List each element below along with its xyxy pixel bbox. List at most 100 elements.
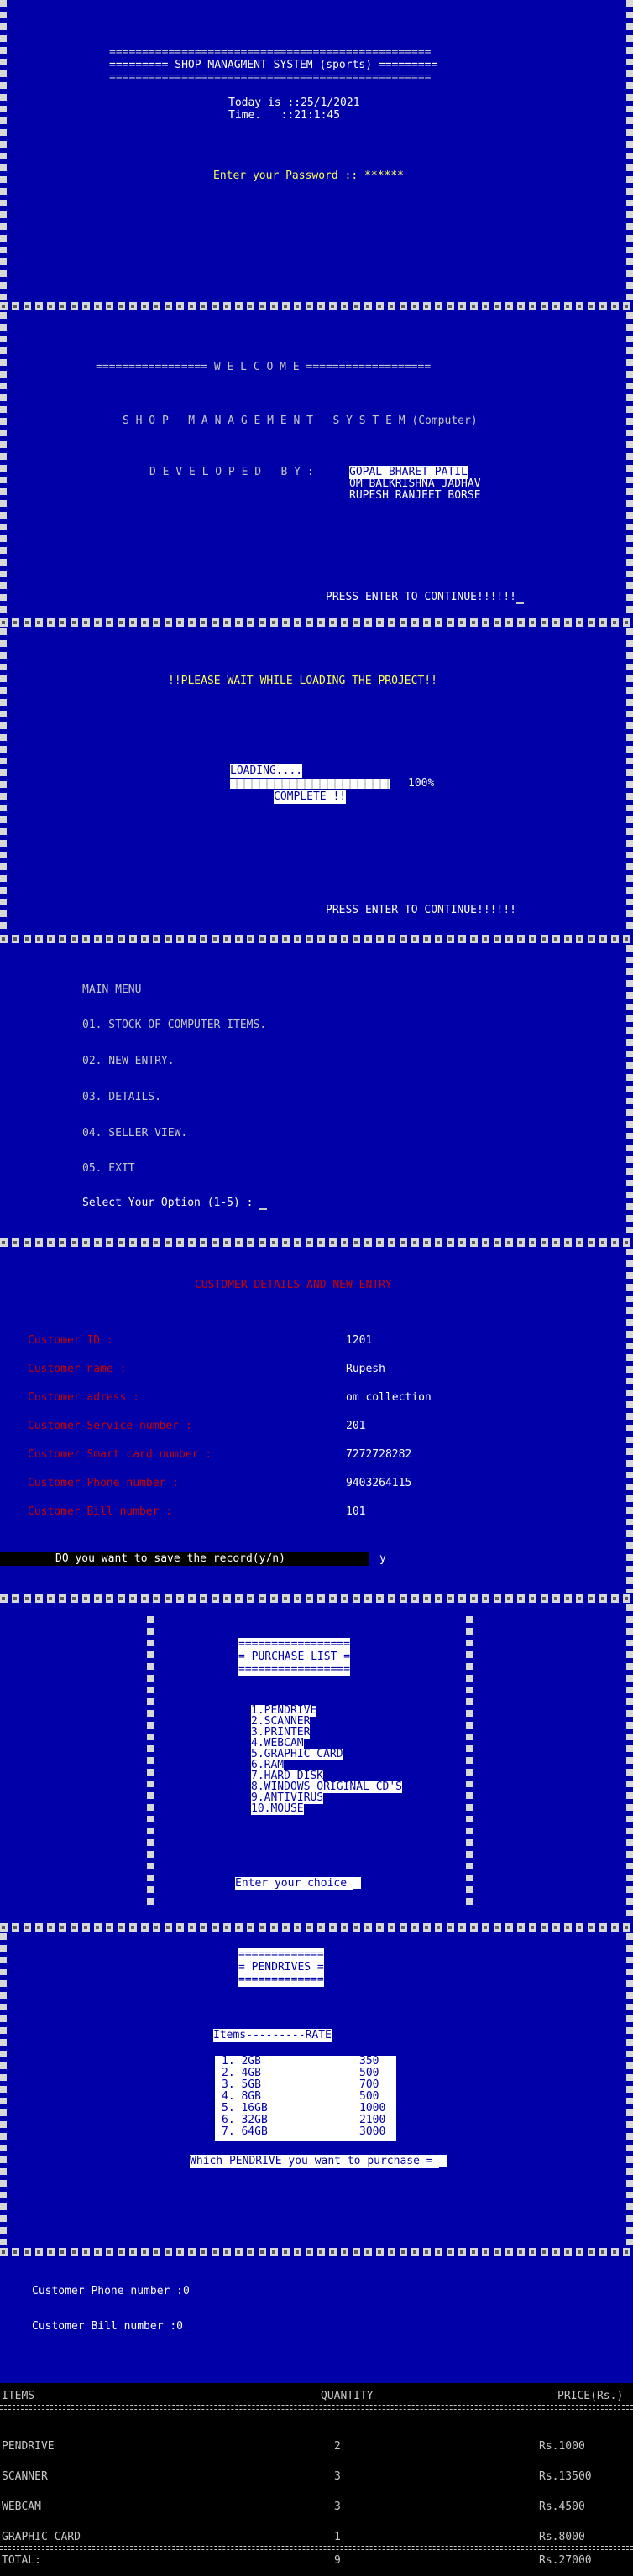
divider: [0, 1593, 633, 1604]
customer-entry-screen: CUSTOMER DETAILS AND NEW ENTRY Customer …: [0, 1249, 633, 1594]
loading-message: !!PLEASE WAIT WHILE LOADING THE PROJECT!…: [168, 675, 437, 687]
menu-item-stock[interactable]: 01. STOCK OF COMPUTER ITEMS.: [82, 1019, 266, 1032]
text-cursor: [259, 1208, 268, 1210]
right-border: [626, 1249, 633, 1594]
right-border: [626, 945, 633, 1238]
field-value-service[interactable]: 201: [346, 1420, 365, 1433]
field-value-name[interactable]: Rupesh: [346, 1363, 385, 1376]
rate-item[interactable]: 7. 64GB: [222, 2126, 268, 2138]
bill-item: PENDRIVE: [2, 2440, 55, 2453]
developed-by-label: D E V E L O P E D B Y :: [149, 466, 314, 478]
progress-bar: [230, 779, 390, 789]
rate-item[interactable]: 1. 2GB: [222, 2056, 261, 2068]
bill-qty: 2: [334, 2440, 341, 2453]
field-value-id[interactable]: 1201: [346, 1334, 372, 1348]
main-menu-screen: MAIN MENU 01. STOCK OF COMPUTER ITEMS. 0…: [0, 945, 633, 1238]
menu-item-details[interactable]: 03. DETAILS.: [82, 1091, 161, 1104]
total-qty: 9: [334, 2554, 341, 2567]
password-field[interactable]: Enter your Password :: ******: [213, 169, 404, 183]
choice-input[interactable]: Enter your choice: [235, 1877, 361, 1890]
continue-text: PRESS ENTER TO CONTINUE!!!!!!: [326, 591, 516, 603]
total-price: Rs.27000: [539, 2554, 592, 2567]
bill-price: Rs.13500: [539, 2470, 592, 2483]
pendrive-choice-input[interactable]: Which PENDRIVE you want to purchase =: [190, 2155, 447, 2168]
header-separator: [0, 2405, 633, 2410]
eq-line-top: ========================================…: [109, 46, 432, 59]
bill-number: Customer Bill number :0: [32, 2320, 184, 2333]
field-label-name: Customer name :: [28, 1363, 127, 1375]
rate-item[interactable]: 6. 32GB: [222, 2115, 268, 2126]
rate-value: 700: [359, 2078, 379, 2091]
save-answer-input[interactable]: y: [379, 1552, 386, 1566]
field-value-smartcard[interactable]: 7272728282: [346, 1448, 411, 1462]
rate-item[interactable]: 3. 5GB: [222, 2079, 261, 2091]
text-cursor: [353, 1889, 361, 1890]
rate-item[interactable]: 2. 4GB: [222, 2068, 261, 2079]
continue-prompt[interactable]: PRESS ENTER TO CONTINUE!!!!!!: [326, 591, 524, 604]
list-eq-bottom: =================: [238, 1663, 351, 1676]
save-prompt: DO you want to save the record(y/n): [55, 1552, 285, 1565]
option-input[interactable]: Select Your Option (1-5) :: [82, 1197, 268, 1210]
field-value-address[interactable]: om collection: [346, 1391, 432, 1405]
rate-item[interactable]: 4. 8GB: [222, 2091, 261, 2103]
bill-item: WEBCAM: [2, 2500, 41, 2513]
right-border: [626, 1933, 633, 2249]
bill-header-screen: Customer Phone number :0 Customer Bill n…: [0, 2258, 633, 2384]
menu-item-exit[interactable]: 05. EXIT: [82, 1162, 135, 1176]
eq-line-bottom: ========================================…: [109, 71, 432, 84]
field-value-bill[interactable]: 101: [346, 1505, 365, 1519]
right-border: [626, 0, 633, 302]
rate-value: 1000: [359, 2102, 386, 2115]
complete-label: COMPLETE !!: [274, 790, 347, 804]
field-value-phone[interactable]: 9403264115: [346, 1477, 411, 1490]
right-border: [626, 628, 633, 934]
frame-left: [147, 1616, 154, 1910]
rate-table-header: Items---------RATE: [213, 2029, 332, 2042]
text-cursor: [439, 2167, 447, 2168]
pendrive-prompt: Which PENDRIVE you want to purchase =: [190, 2155, 440, 2167]
progress-percent: 100%: [408, 777, 435, 790]
choice-prompt: Enter your choice: [235, 1877, 353, 1890]
app-title: ========= SHOP MANAGMENT SYSTEM (sports)…: [109, 59, 438, 71]
bill-price: Rs.1000: [539, 2440, 585, 2453]
bill-price: Rs.4500: [539, 2500, 585, 2513]
divider: [0, 1922, 633, 1933]
left-border: [0, 1933, 7, 2249]
frame-right: [466, 1616, 473, 1910]
menu-title: MAIN MENU: [82, 983, 142, 996]
purchase-list-screen: ================= = PURCHASE LIST = ====…: [0, 1604, 633, 1923]
list-eq-top: =================: [238, 1638, 351, 1651]
section-title: CUSTOMER DETAILS AND NEW ENTRY: [195, 1279, 392, 1291]
bill-phone: Customer Phone number :0: [32, 2285, 190, 2297]
menu-item-seller-view[interactable]: 04. SELLER VIEW.: [82, 1127, 187, 1140]
divider: [0, 1237, 633, 1249]
welcome-banner: ================= W E L C O M E ========…: [96, 361, 432, 373]
menu-item-new-entry[interactable]: 02. NEW ENTRY.: [82, 1055, 175, 1068]
rate-value: 500: [359, 2090, 379, 2103]
left-border: [0, 628, 7, 934]
pendrive-title: = PENDRIVES =: [238, 1961, 324, 1974]
rate-value: 3000: [359, 2125, 386, 2138]
left-border: [0, 312, 7, 618]
right-border: [626, 1604, 633, 1923]
col-header-price: PRICE(Rs.): [557, 2390, 624, 2402]
list-item[interactable]: 10.MOUSE: [251, 1803, 304, 1815]
pendrive-eq-bottom: =============: [238, 1974, 324, 1987]
right-border: [626, 312, 633, 618]
progress-fill: [230, 779, 390, 789]
pendrive-eq-top: =============: [238, 1948, 324, 1962]
rate-value: 2100: [359, 2114, 386, 2126]
continue-prompt[interactable]: PRESS ENTER TO CONTINUE!!!!!!: [326, 904, 516, 917]
col-header-quantity: QUANTITY: [321, 2390, 374, 2402]
field-label-bill: Customer Bill number :: [28, 1505, 173, 1518]
bill-qty: 3: [334, 2500, 341, 2513]
divider: [0, 617, 633, 628]
login-screen: ========================================…: [0, 0, 633, 302]
bill-qty: 1: [334, 2531, 341, 2543]
field-label-service: Customer Service number :: [28, 1420, 192, 1432]
divider: [0, 300, 633, 312]
rate-item[interactable]: 5. 16GB: [222, 2103, 268, 2115]
total-separator: [0, 2546, 633, 2550]
bill-item: SCANNER: [2, 2470, 48, 2483]
field-label-address: Customer adress :: [28, 1391, 140, 1404]
